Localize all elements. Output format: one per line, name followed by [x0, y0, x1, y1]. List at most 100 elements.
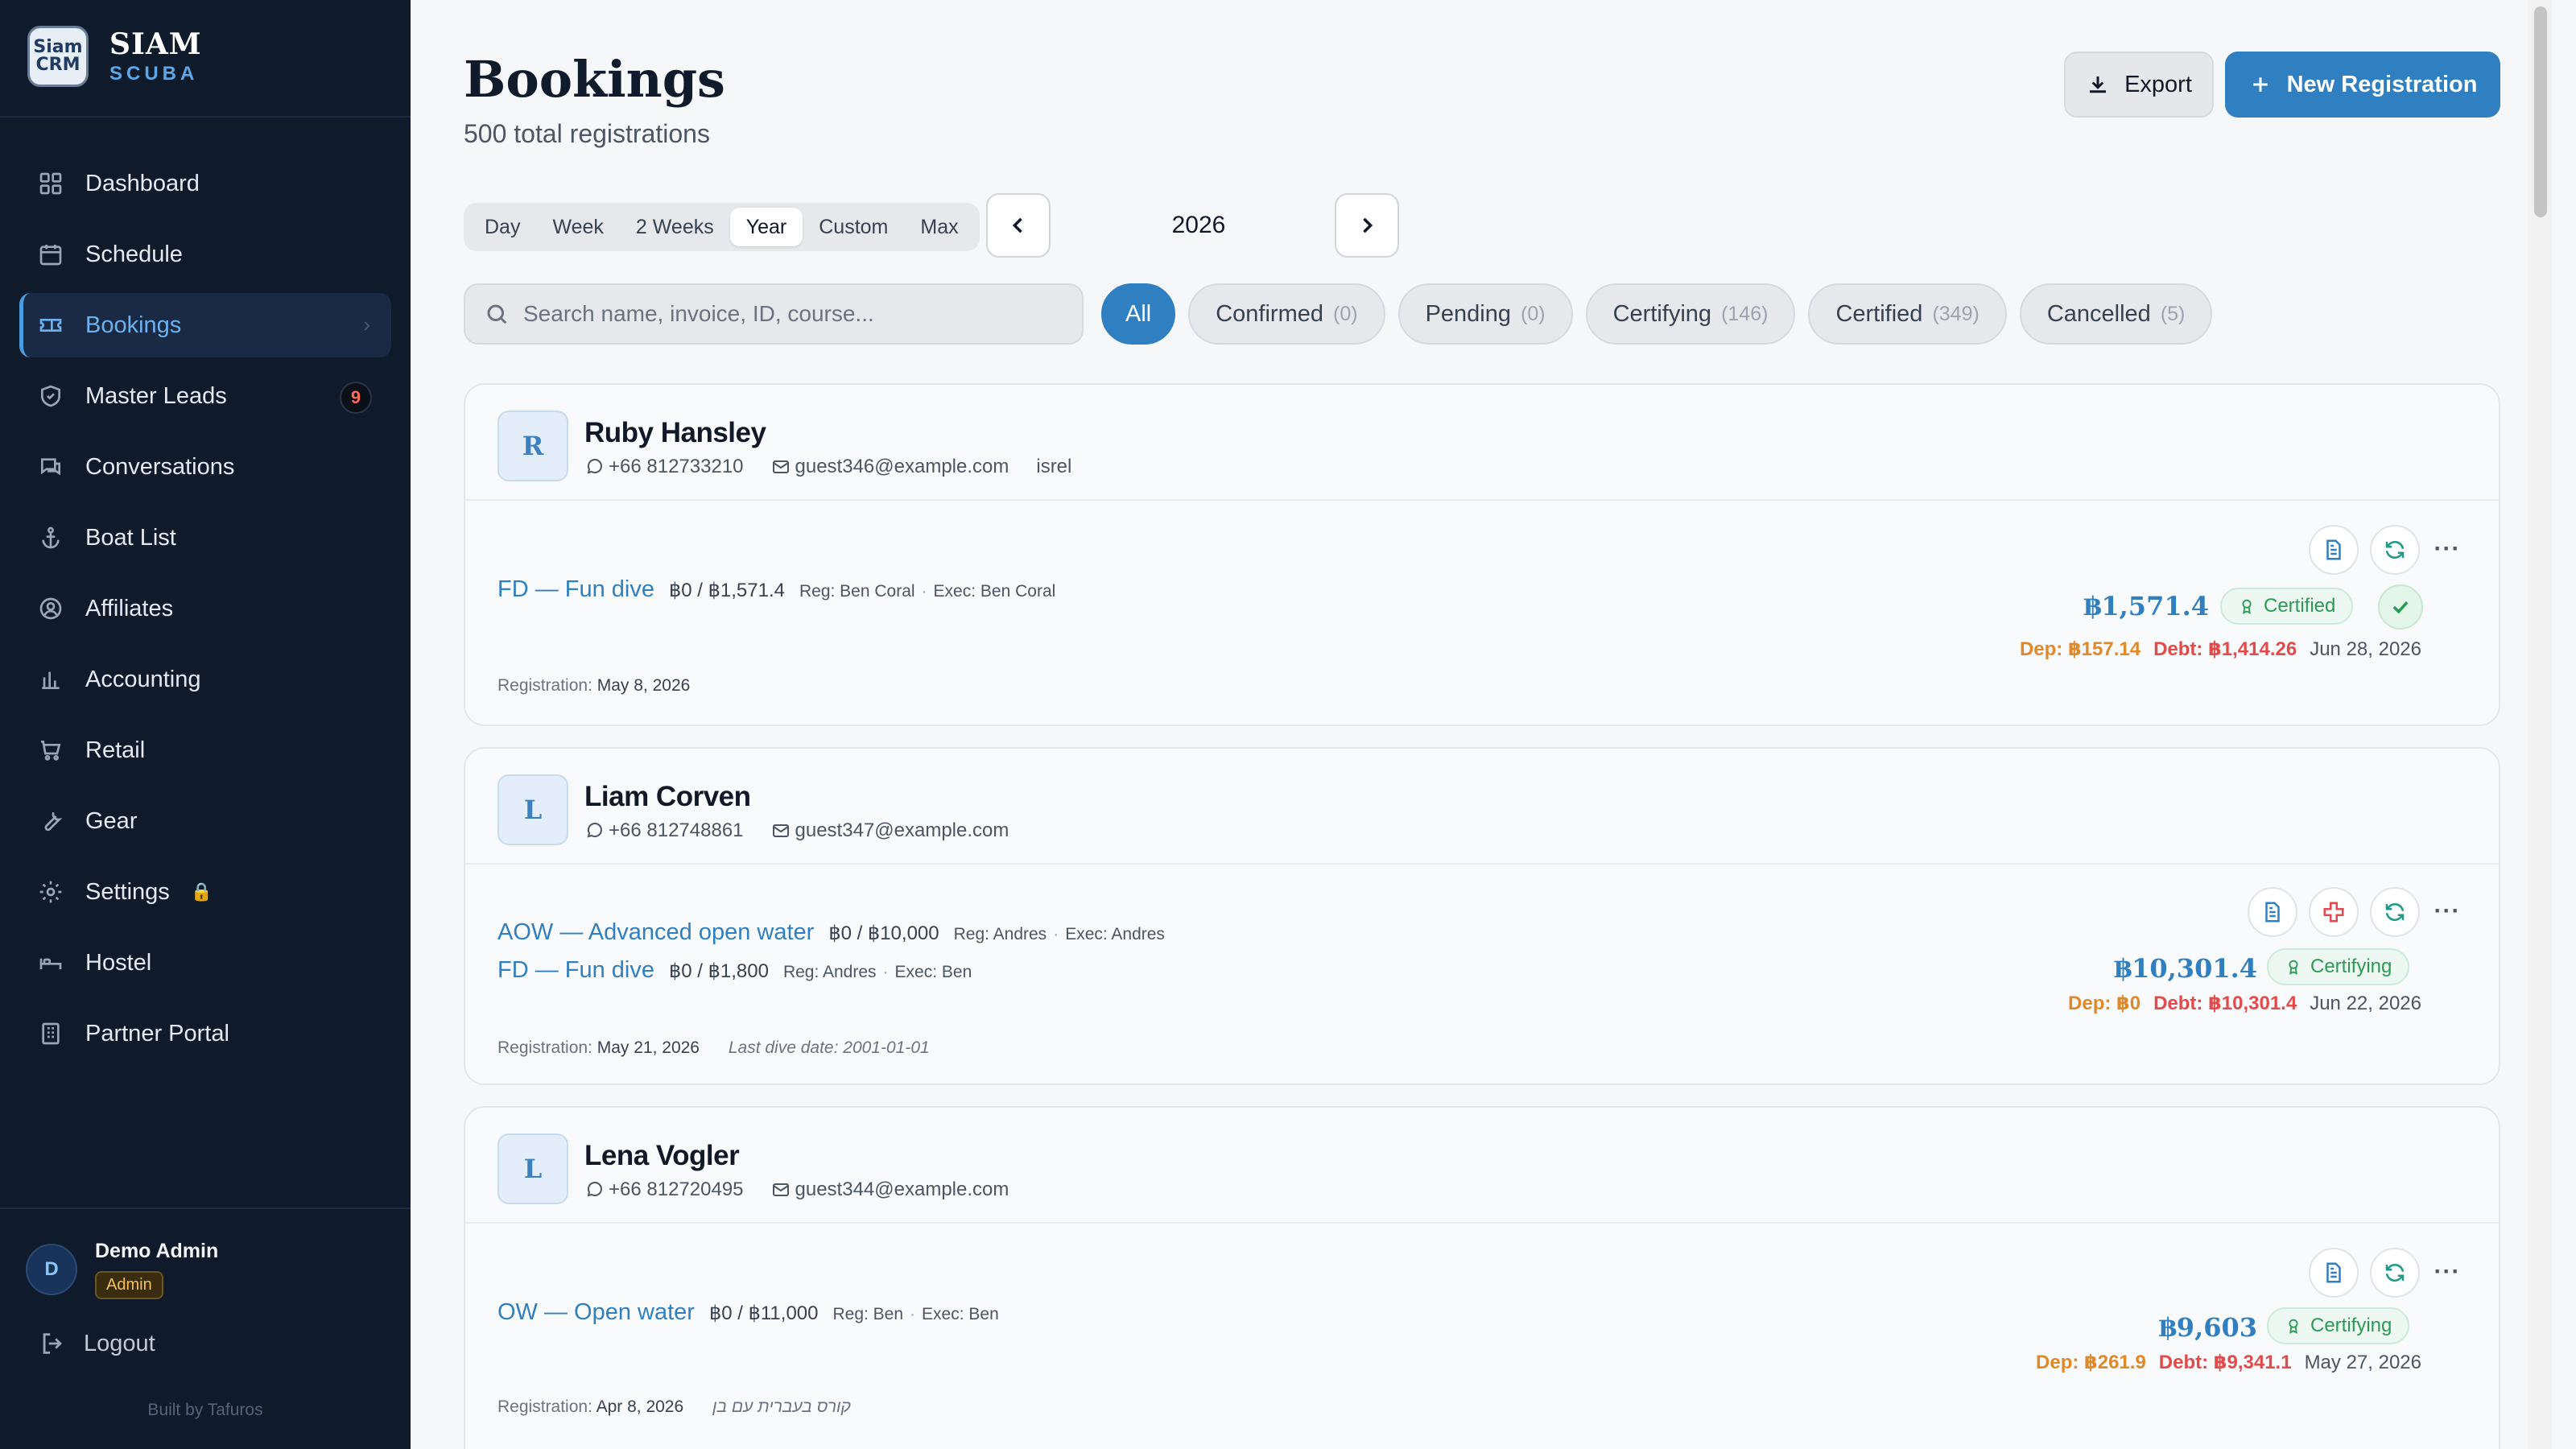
sidebar-item-label: Schedule — [85, 241, 183, 267]
lock-icon: 🔒 — [190, 881, 213, 902]
refresh-button[interactable] — [2370, 1248, 2420, 1298]
payment-summary: Dep: ฿261.9 Debt: ฿9,341.1 May 27, 2026 — [2036, 1351, 2421, 1374]
guest-name[interactable]: Liam Corven — [584, 781, 751, 813]
sidebar-item-bookings[interactable]: Bookings › — [19, 293, 391, 357]
logout-button[interactable]: Logout — [39, 1330, 155, 1357]
brand-sub: SCUBA — [109, 63, 199, 85]
guest-avatar: R — [497, 411, 568, 481]
previous-period-button[interactable] — [986, 193, 1051, 258]
filter-certifying[interactable]: Certifying (146) — [1585, 283, 1796, 345]
tab-week[interactable]: Week — [536, 208, 619, 246]
sidebar-item-settings[interactable]: Settings 🔒 — [19, 860, 391, 924]
sidebar-item-boat-list[interactable]: Boat List — [19, 506, 391, 570]
bar-chart-icon — [37, 666, 64, 693]
brand-logo: Siam CRM — [27, 26, 89, 87]
course-line: OW — Open water ฿0 / ฿11,000 Reg: Ben · Ex… — [497, 1299, 999, 1326]
invoice-button[interactable] — [2248, 887, 2297, 937]
user-circle-icon — [37, 595, 64, 622]
filter-count: (5) — [2160, 302, 2186, 325]
tab-max[interactable]: Max — [904, 208, 974, 246]
new-registration-button[interactable]: New Registration — [2225, 52, 2500, 118]
more-options-button[interactable]: ··· — [2431, 533, 2463, 565]
invoice-button[interactable] — [2309, 1248, 2359, 1298]
tab-day[interactable]: Day — [469, 208, 536, 246]
filter-count: (146) — [1721, 302, 1769, 325]
registration-info: Registration: May 8, 2026 — [497, 676, 690, 696]
booking-card[interactable]: L Lena Vogler +66 812720495 guest344@exa… — [464, 1106, 2500, 1449]
ticket-icon — [37, 312, 64, 339]
booking-card-header: R Ruby Hansley +66 812733210 guest346@ex… — [465, 385, 2499, 501]
sidebar-item-accounting[interactable]: Accounting — [19, 647, 391, 712]
booking-total: ฿10,301.4 — [2113, 953, 2257, 984]
filter-all[interactable]: All — [1101, 283, 1176, 345]
download-icon — [2090, 76, 2107, 93]
tab-2-weeks[interactable]: 2 Weeks — [620, 208, 730, 246]
medical-button[interactable] — [2309, 887, 2359, 937]
guest-email[interactable]: guest347@example.com — [771, 819, 1009, 842]
sidebar-item-label: Affiliates — [85, 595, 174, 621]
search-input[interactable] — [523, 301, 1071, 327]
guest-phone[interactable]: +66 812720495 — [584, 1179, 744, 1201]
sidebar-item-partner-portal[interactable]: Partner Portal — [19, 1001, 391, 1066]
brand[interactable]: Siam CRM SIAM SCUBA — [27, 26, 202, 87]
page-subtitle: 500 total registrations — [464, 119, 710, 148]
sidebar-item-hostel[interactable]: Hostel — [19, 931, 391, 995]
filter-cancelled[interactable]: Cancelled (5) — [2019, 283, 2213, 345]
course-price: ฿0 / ฿1,571.4 — [669, 580, 785, 601]
sidebar-item-retail[interactable]: Retail — [19, 718, 391, 782]
guest-email[interactable]: guest344@example.com — [771, 1179, 1009, 1201]
guest-phone[interactable]: +66 812748861 — [584, 819, 744, 842]
refresh-button[interactable] — [2370, 887, 2420, 937]
course-staff: Reg: Ben Coral · Exec: Ben Coral — [799, 582, 1056, 601]
deposit-amount: Dep: ฿261.9 — [2036, 1352, 2146, 1373]
more-options-button[interactable]: ··· — [2431, 1256, 2463, 1288]
refresh-button[interactable] — [2370, 525, 2420, 575]
tab-custom[interactable]: Custom — [803, 208, 904, 246]
brand-text: SIAM SCUBA — [109, 27, 202, 85]
status-badge: Certified — [2220, 588, 2354, 625]
guest-name[interactable]: Lena Vogler — [584, 1140, 740, 1172]
export-button[interactable]: Export — [2064, 52, 2214, 118]
sidebar-item-dashboard[interactable]: Dashboard — [19, 151, 391, 216]
guest-email[interactable]: guest346@example.com — [771, 456, 1009, 478]
sidebar-item-schedule[interactable]: Schedule — [19, 222, 391, 287]
sidebar-item-affiliates[interactable]: Affiliates — [19, 576, 391, 641]
course-name[interactable]: AOW — Advanced open water — [497, 919, 814, 946]
reg-staff: Reg: Andres — [953, 925, 1047, 943]
next-period-button[interactable] — [1335, 193, 1399, 258]
booking-card[interactable]: R Ruby Hansley +66 812733210 guest346@ex… — [464, 383, 2500, 726]
tab-year[interactable]: Year — [729, 208, 803, 246]
registration-date: Apr 8, 2026 — [596, 1397, 684, 1416]
sidebar-item-conversations[interactable]: Conversations — [19, 435, 391, 499]
phone-number: +66 812748861 — [609, 819, 744, 841]
guest-phone[interactable]: +66 812733210 — [584, 456, 744, 478]
filter-pending[interactable]: Pending (0) — [1397, 283, 1573, 345]
sidebar-item-gear[interactable]: Gear — [19, 789, 391, 853]
document-icon — [2326, 1262, 2341, 1283]
chevron-right-icon — [1363, 217, 1373, 233]
sidebar-item-master-leads[interactable]: Master Leads 9 — [19, 364, 391, 428]
logout-icon — [43, 1333, 62, 1354]
course-name[interactable]: FD — Fun dive — [497, 957, 654, 984]
scrollbar[interactable] — [2528, 0, 2552, 1449]
course-name[interactable]: FD — Fun dive — [497, 576, 654, 603]
check-icon — [2392, 601, 2409, 614]
chevron-left-icon — [1012, 217, 1022, 233]
more-options-button[interactable]: ··· — [2431, 895, 2463, 927]
course-name[interactable]: OW — Open water — [497, 1299, 695, 1326]
invoice-button[interactable] — [2309, 525, 2359, 575]
sidebar-item-label: Retail — [85, 737, 146, 763]
status-label: Certified — [2264, 595, 2336, 617]
registration-info: Registration: Apr 8, 2026 קורס בעברית עם… — [497, 1397, 851, 1417]
scrollbar-thumb[interactable] — [2534, 6, 2547, 217]
user-profile[interactable]: D Demo Admin Admin — [26, 1240, 218, 1299]
course-price: ฿0 / ฿10,000 — [828, 923, 939, 944]
filter-confirmed[interactable]: Confirmed (0) — [1188, 283, 1385, 345]
registration-label: Registration: — [497, 1397, 592, 1416]
filter-count: (349) — [1932, 302, 1979, 325]
mark-complete-button[interactable] — [2378, 584, 2423, 630]
guest-name[interactable]: Ruby Hansley — [584, 417, 766, 449]
email-address: guest347@example.com — [795, 819, 1009, 841]
filter-certified[interactable]: Certified (349) — [1808, 283, 2007, 345]
booking-card[interactable]: L Liam Corven +66 812748861 guest347@exa… — [464, 747, 2500, 1085]
